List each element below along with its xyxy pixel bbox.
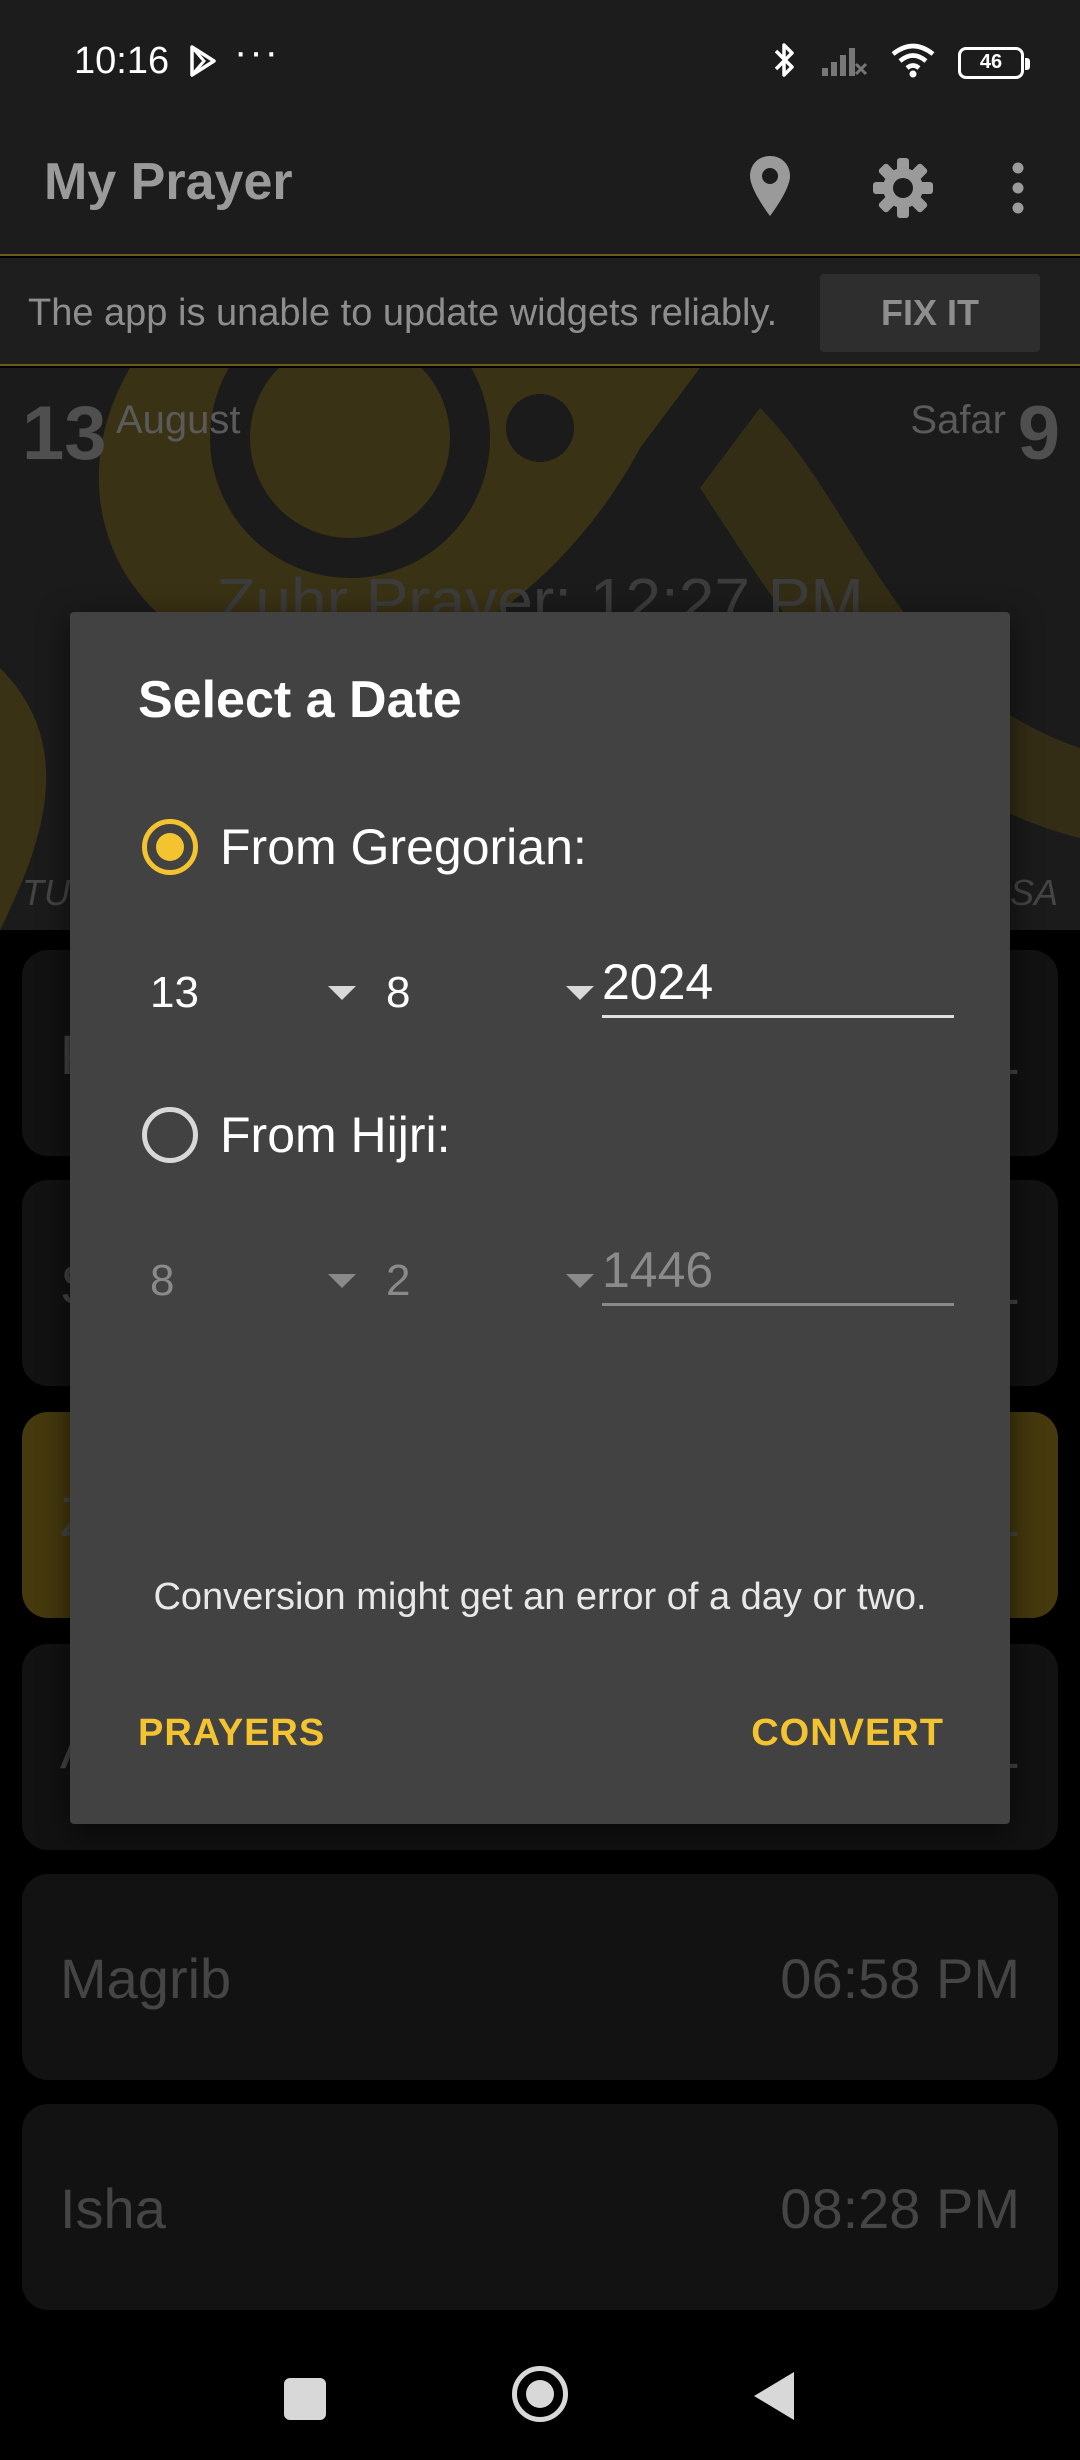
convert-button[interactable]: CONVERT (751, 1712, 944, 1755)
chevron-down-icon (566, 1274, 594, 1288)
gregorian-option[interactable]: From Gregorian: (142, 818, 587, 876)
gregorian-radio[interactable] (142, 819, 198, 875)
status-time: 10:16 (74, 40, 170, 82)
chevron-down-icon (566, 986, 594, 1000)
gregorian-month-spinner[interactable]: 8 (386, 958, 594, 1028)
system-nav-bar (0, 2330, 1080, 2460)
prayers-button[interactable]: PRAYERS (138, 1712, 325, 1755)
more-vert-icon[interactable] (1008, 150, 1028, 227)
spinner-value: 2 (386, 1256, 411, 1305)
select-date-dialog: Select a Date From Gregorian: 13 8 From … (70, 612, 1010, 1824)
battery-icon: 46 (958, 46, 1030, 79)
dialog-title: Select a Date (138, 671, 462, 729)
bluetooth-icon (772, 40, 798, 85)
more-notifications-icon: ··· (234, 30, 280, 74)
hijri-month-spinner: 2 (386, 1246, 594, 1316)
home-icon[interactable] (512, 2366, 568, 2422)
signal-off-icon (820, 42, 868, 83)
status-bar: 10:16 ··· 46 (0, 0, 1080, 128)
location-pin-icon[interactable] (746, 150, 794, 227)
spinner-value: 13 (150, 968, 199, 1017)
hijri-year-field (602, 1236, 954, 1306)
widget-warning-banner: The app is unable to update widgets reli… (0, 258, 1080, 366)
app-title: My Prayer (44, 153, 293, 211)
hijri-option[interactable]: From Hijri: (142, 1106, 451, 1164)
app-bar: My Prayer (0, 128, 1080, 256)
wifi-icon (890, 42, 936, 83)
gear-icon[interactable] (872, 150, 934, 227)
banner-text: The app is unable to update widgets reli… (28, 292, 778, 334)
chevron-down-icon (328, 1274, 356, 1288)
hijri-radio[interactable] (142, 1107, 198, 1163)
recents-icon[interactable] (284, 2378, 326, 2420)
spinner-value: 8 (386, 968, 411, 1017)
gregorian-day-spinner[interactable]: 13 (150, 958, 356, 1028)
hijri-radio-label: From Hijri: (220, 1107, 451, 1163)
gregorian-year-field[interactable] (602, 948, 954, 1018)
conversion-note: Conversion might get an error of a day o… (153, 1576, 927, 1618)
hijri-day-spinner: 8 (150, 1246, 356, 1316)
spinner-value: 8 (150, 1256, 175, 1305)
chevron-down-icon (328, 986, 356, 1000)
play-store-icon (188, 44, 218, 83)
fix-it-button[interactable]: FIX IT (820, 274, 1040, 352)
gregorian-radio-label: From Gregorian: (220, 819, 587, 875)
back-icon[interactable] (754, 2372, 794, 2420)
